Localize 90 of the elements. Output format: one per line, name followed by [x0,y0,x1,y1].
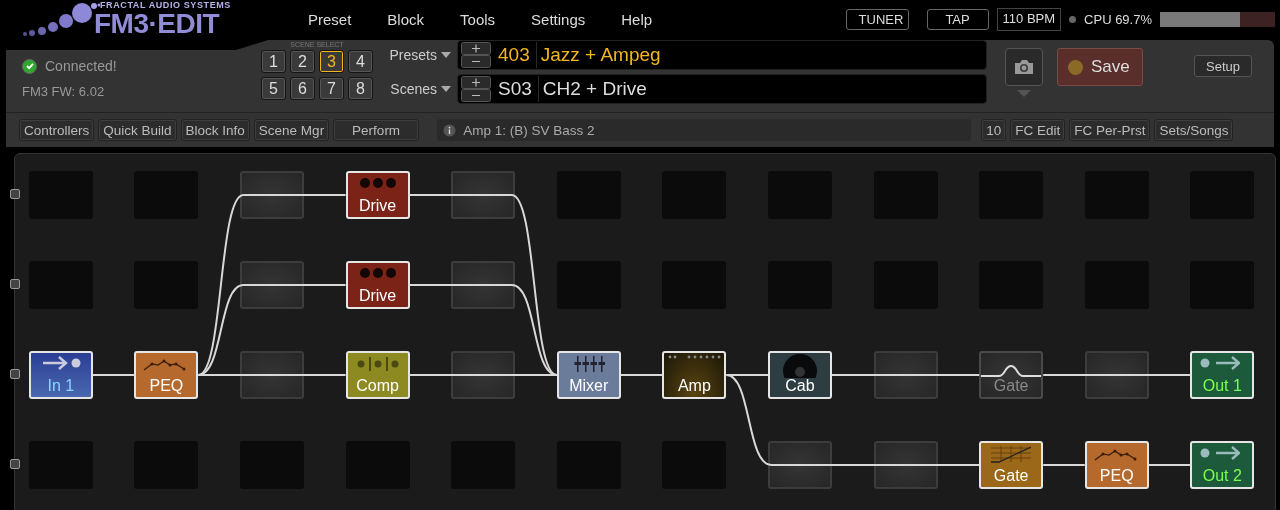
menu-item[interactable]: Help [621,10,653,28]
camera-icon [1013,58,1035,76]
save-button[interactable]: Save [1057,48,1143,86]
menu-item[interactable]: Preset [308,10,352,28]
out-block[interactable]: Out 2 [1190,441,1255,489]
preset-dropdown[interactable]: Presets [385,47,451,63]
gate-block[interactable]: Gate [979,351,1044,399]
speaker-icon [782,354,817,378]
stepper-icon[interactable] [461,42,491,68]
cpu-label: CPU 69.7% [1084,11,1152,27]
toolbar-button[interactable]: FC Per-Prst [1069,119,1151,141]
toolbar-button[interactable]: Controllers [19,119,95,141]
mixer-block[interactable]: Mixer [556,351,621,399]
out-block[interactable]: Out 1 [1190,351,1255,399]
caret-icon [441,86,451,92]
eq-curve-icon [1093,449,1137,461]
logo-tagline: FRACTAL AUDIO SYSTEMS [99,0,231,10]
toolbar-button[interactable]: Block Info [180,119,250,141]
scene-button[interactable]: 3 [319,50,344,73]
shunt-slot[interactable] [240,171,304,219]
drive-block[interactable]: Drive [345,261,410,309]
menu-item[interactable]: Block [387,10,425,28]
caret-icon[interactable] [1017,90,1031,97]
peq-block[interactable]: PEQ [1084,441,1149,489]
caret-icon [441,52,451,58]
shunt-slot[interactable] [451,261,516,309]
cab-block[interactable]: Cab [767,351,832,399]
compressor-icon [356,356,399,372]
scene-dropdown[interactable]: Scenes [385,81,451,97]
tempo-display: 110 BPM [996,7,1062,31]
amp-panel-icon [668,355,722,359]
amp-block[interactable]: Amp [662,351,727,399]
gate-graph-icon [991,445,1032,463]
preset-name: Jazz + Ampeg [540,44,661,66]
camera-button[interactable] [1005,48,1043,86]
scene-button[interactable]: 8 [348,77,373,100]
shunt-slot[interactable] [1084,351,1149,399]
logo-title: FM3·EDIT [94,9,220,38]
drive-block[interactable]: Drive [345,171,410,219]
knobs-icon [358,267,397,279]
dot-arrow-icon [1200,356,1241,370]
shunt-slot[interactable] [240,351,304,399]
tuner-button[interactable]: TUNER [845,8,909,30]
toolbar-button[interactable]: Sets/Songs [1154,119,1234,141]
faders-icon [573,355,605,373]
scene-button[interactable]: 2 [290,50,315,73]
peq-block[interactable]: PEQ [134,351,199,399]
tap-button[interactable]: TAP [926,8,989,30]
row-handle[interactable] [10,189,20,199]
shunt-slot[interactable] [240,261,304,309]
comp-block[interactable]: Comp [345,351,410,399]
bypass-curve-icon [981,365,1042,377]
eq-curve-icon [143,359,187,371]
scene-button[interactable]: 6 [290,77,315,100]
toolbar-button[interactable]: FC Edit [1010,119,1066,141]
row-handle[interactable] [10,459,20,469]
preset-number: 403 [498,44,530,66]
knobs-icon [358,177,397,189]
preset-field[interactable]: 403 Jazz + Ampeg [457,40,987,70]
shunt-slot[interactable] [767,441,832,489]
toolbar-button[interactable]: Quick Build [98,119,177,141]
toolbar-button[interactable]: Scene Mgr [253,119,330,141]
scene-number: S03 [498,78,532,100]
row-handle[interactable] [10,369,20,379]
tempo-dot-icon [1069,15,1077,23]
scene-button[interactable]: 4 [348,50,373,73]
menu-item[interactable]: Settings [531,10,586,28]
gate-block[interactable]: Gate [979,441,1044,489]
counter-button[interactable]: 10 [981,119,1007,141]
toolbar-button[interactable]: Perform [333,119,420,141]
dot-arrow-icon [1200,446,1241,460]
shunt-slot[interactable] [451,171,516,219]
firmware-version: FM3 FW: 6.02 [22,84,106,99]
scene-field[interactable]: S03 CH2 + Drive [457,74,987,104]
scene-button[interactable]: 7 [319,77,344,100]
info-text: Amp 1: (B) SV Bass 2 [463,122,595,138]
stepper-icon[interactable] [461,76,491,102]
row-handle[interactable] [10,279,20,289]
menu-item[interactable]: Tools [460,10,496,28]
in-block[interactable]: In 1 [28,351,93,399]
shunt-slot[interactable] [873,351,938,399]
shunt-slot[interactable] [451,351,516,399]
scene-button[interactable]: 5 [261,77,286,100]
info-icon [443,123,457,137]
connection-status: Connected! [45,58,117,74]
scene-name: CH2 + Drive [542,78,647,100]
setup-button[interactable]: Setup [1194,55,1252,77]
arrow-dot-icon [41,356,81,370]
shunt-slot[interactable] [873,441,938,489]
scene-button[interactable]: 1 [261,50,286,73]
